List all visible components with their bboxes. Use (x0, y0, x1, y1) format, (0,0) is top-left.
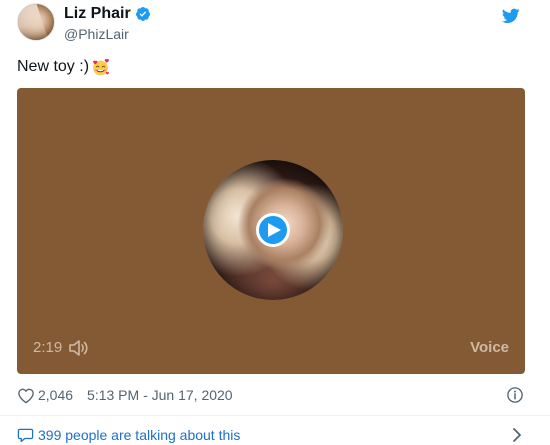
twitter-logo-icon[interactable] (502, 8, 520, 24)
avatar[interactable] (17, 3, 55, 41)
display-name[interactable]: Liz Phair (64, 4, 131, 24)
name-row: Liz Phair (64, 4, 151, 24)
tweet-text: New toy :) (17, 56, 110, 78)
voice-label: Voice (470, 339, 509, 356)
smiling-face-with-hearts-icon (93, 58, 109, 75)
voice-avatar-image[interactable] (203, 160, 343, 300)
speech-bubble-icon (17, 428, 34, 443)
media-duration: 2:19 (33, 338, 88, 358)
conversation-label[interactable]: 399 people are talking about this (38, 425, 240, 445)
like-count[interactable]: 2,046 (38, 385, 73, 405)
tweet-timestamp[interactable]: 5:13 PM - Jun 17, 2020 (87, 385, 233, 405)
voice-media-card[interactable]: 2:19 Voice (17, 88, 525, 374)
play-button[interactable] (256, 213, 290, 247)
user-handle[interactable]: @PhizLair (64, 24, 151, 44)
chevron-right-icon[interactable] (512, 428, 522, 442)
volume-icon[interactable] (68, 339, 88, 357)
info-icon[interactable] (506, 386, 524, 404)
tweet-text-content: New toy :) (17, 58, 90, 75)
duration-text: 2:19 (33, 339, 63, 356)
verified-badge-icon (135, 7, 150, 21)
heart-icon[interactable] (17, 387, 35, 404)
tweet-meta: 2,046 5:13 PM - Jun 17, 2020 (17, 385, 233, 405)
play-icon (268, 223, 281, 237)
divider (0, 415, 550, 416)
conversation-link[interactable]: 399 people are talking about this (17, 425, 240, 445)
author-block: Liz Phair @PhizLair (64, 4, 151, 44)
